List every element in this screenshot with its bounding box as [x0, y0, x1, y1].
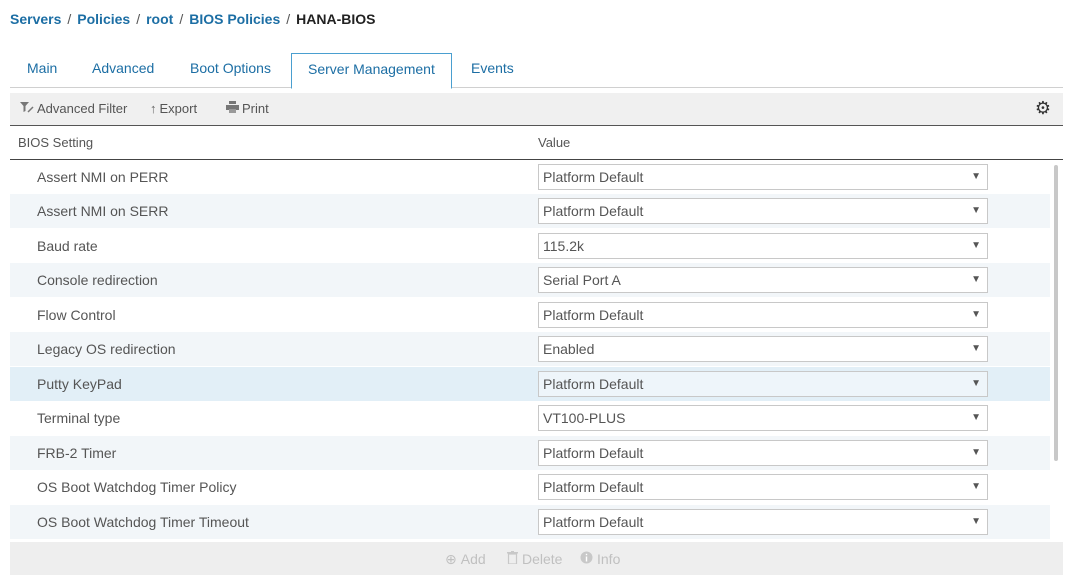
dropdown-value: Platform Default [543, 479, 644, 495]
setting-label: Assert NMI on PERR [37, 169, 169, 185]
caret-down-icon: ▼ [971, 343, 981, 354]
setting-label: FRB-2 Timer [37, 445, 117, 461]
export-label: Export [159, 101, 198, 116]
advanced-filter-label: Advanced Filter [37, 101, 128, 116]
breadcrumb-servers[interactable]: Servers [10, 11, 61, 27]
info-button[interactable]: Info [580, 551, 620, 567]
value-dropdown[interactable]: Platform Default ▼ [538, 474, 988, 500]
table-row: OS Boot Watchdog Timer Policy Platform D… [10, 470, 1050, 504]
table-row: Baud rate 115.2k ▼ [10, 229, 1050, 263]
breadcrumb-bios-policies[interactable]: BIOS Policies [189, 11, 280, 27]
export-button[interactable]: ↑ Export [150, 101, 197, 116]
dropdown-value: Platform Default [543, 445, 644, 461]
printer-icon [226, 101, 239, 116]
dropdown-value: Platform Default [543, 203, 644, 219]
tab-boot-options[interactable]: Boot Options [190, 53, 271, 88]
table-row: Flow Control Platform Default ▼ [10, 298, 1050, 332]
dropdown-value: Serial Port A [543, 272, 621, 288]
setting-label: Flow Control [37, 307, 116, 323]
setting-label: OS Boot Watchdog Timer Policy [37, 479, 237, 495]
table-row: FRB-2 Timer Platform Default ▼ [10, 436, 1050, 470]
trash-icon [507, 551, 518, 567]
dropdown-value: Platform Default [543, 169, 644, 185]
print-button[interactable]: Print [226, 101, 269, 116]
caret-down-icon: ▼ [971, 309, 981, 320]
table-row: Legacy OS redirection Enabled ▼ [10, 332, 1050, 366]
info-label: Info [597, 551, 621, 567]
caret-down-icon: ▼ [971, 412, 981, 423]
setting-label: Putty KeyPad [37, 376, 122, 392]
value-dropdown[interactable]: Enabled ▼ [538, 336, 988, 362]
table-body: Assert NMI on PERR Platform Default ▼ As… [10, 160, 1050, 542]
value-dropdown[interactable]: Platform Default ▼ [538, 302, 988, 328]
value-dropdown[interactable]: Platform Default ▼ [538, 198, 988, 224]
setting-label: Console redirection [37, 272, 158, 288]
tab-bar: Main Advanced Boot Options Server Manage… [10, 53, 1063, 89]
filter-icon [20, 101, 34, 116]
tab-server-management[interactable]: Server Management [291, 53, 452, 89]
breadcrumb-root[interactable]: root [146, 11, 173, 27]
value-dropdown[interactable]: Platform Default ▼ [538, 371, 988, 397]
caret-down-icon: ▼ [971, 240, 981, 251]
toolbar: Advanced Filter ↑ Export Print ⚙ [10, 93, 1063, 126]
dropdown-value: Enabled [543, 341, 595, 357]
dropdown-value: 115.2k [543, 238, 584, 254]
plus-circle-icon: ⊕ [445, 551, 457, 567]
breadcrumb-separator: / [67, 11, 72, 27]
caret-down-icon: ▼ [971, 274, 981, 285]
caret-down-icon: ▼ [971, 205, 981, 216]
vertical-scrollbar[interactable] [1054, 165, 1058, 461]
setting-label: Legacy OS redirection [37, 341, 176, 357]
breadcrumb-separator: / [136, 11, 141, 27]
breadcrumb: Servers / Policies / root / BIOS Policies / HANA… [10, 11, 375, 27]
caret-down-icon: ▼ [971, 516, 981, 527]
print-label: Print [242, 101, 269, 116]
dropdown-value: Platform Default [543, 514, 644, 530]
tab-advanced[interactable]: Advanced [92, 53, 154, 88]
setting-label: Baud rate [37, 238, 98, 254]
column-header-value[interactable]: Value [538, 135, 570, 150]
value-dropdown[interactable]: VT100-PLUS ▼ [538, 405, 988, 431]
breadcrumb-policies[interactable]: Policies [77, 11, 130, 27]
table-row: Assert NMI on SERR Platform Default ▼ [10, 194, 1050, 228]
caret-down-icon: ▼ [971, 171, 981, 182]
value-dropdown[interactable]: Platform Default ▼ [538, 164, 988, 190]
dropdown-value: Platform Default [543, 307, 644, 323]
column-header-bios-setting[interactable]: BIOS Setting [18, 135, 93, 150]
dropdown-value: Platform Default [543, 376, 644, 392]
tab-events[interactable]: Events [471, 53, 514, 88]
breadcrumb-current: HANA-BIOS [296, 11, 376, 27]
footer-toolbar: ⊕ Add Delete Info [10, 542, 1063, 575]
delete-button[interactable]: Delete [507, 551, 562, 567]
advanced-filter-button[interactable]: Advanced Filter [20, 101, 127, 116]
gear-icon[interactable]: ⚙ [1035, 98, 1051, 119]
setting-label: Terminal type [37, 410, 121, 426]
table-row: Terminal type VT100-PLUS ▼ [10, 401, 1050, 435]
tab-main[interactable]: Main [27, 53, 57, 88]
caret-down-icon: ▼ [971, 481, 981, 492]
setting-label: Assert NMI on SERR [37, 203, 169, 219]
caret-down-icon: ▼ [971, 447, 981, 458]
delete-label: Delete [522, 551, 563, 567]
table-row: OS Boot Watchdog Timer Timeout Platform … [10, 505, 1050, 539]
table-header: BIOS Setting Value [10, 127, 1063, 160]
breadcrumb-separator: / [286, 11, 291, 27]
add-button[interactable]: ⊕ Add [445, 551, 486, 568]
table-row: Console redirection Serial Port A ▼ [10, 263, 1050, 297]
table-row: Assert NMI on PERR Platform Default ▼ [10, 160, 1050, 194]
value-dropdown[interactable]: Serial Port A ▼ [538, 267, 988, 293]
value-dropdown[interactable]: 115.2k ▼ [538, 233, 988, 259]
info-icon [580, 551, 593, 567]
dropdown-value: VT100-PLUS [543, 410, 626, 426]
value-dropdown[interactable]: Platform Default ▼ [538, 440, 988, 466]
bios-policy-page: Servers / Policies / root / BIOS Policies / HANA… [0, 0, 1071, 582]
arrow-up-icon: ↑ [150, 101, 157, 116]
setting-label: OS Boot Watchdog Timer Timeout [37, 514, 249, 530]
add-label: Add [460, 551, 486, 567]
breadcrumb-separator: / [179, 11, 184, 27]
value-dropdown[interactable]: Platform Default ▼ [538, 509, 988, 535]
table-row: Putty KeyPad Platform Default ▼ [10, 367, 1050, 401]
caret-down-icon: ▼ [971, 378, 981, 389]
